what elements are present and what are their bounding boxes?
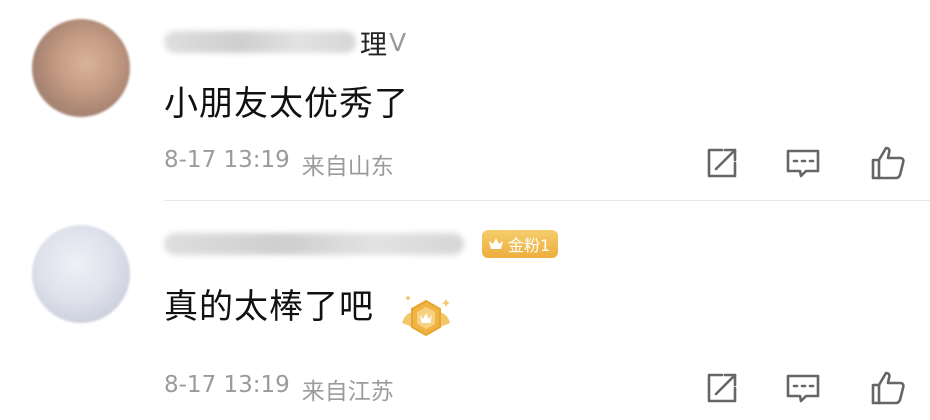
comment-text: 小朋友太优秀了	[164, 84, 409, 124]
comment-username[interactable]: 理 V	[164, 24, 407, 61]
medal-icon	[394, 293, 458, 345]
share-icon[interactable]	[702, 368, 742, 408]
comment-location: 来自江苏	[301, 379, 394, 405]
crown-icon	[489, 238, 503, 249]
username-redacted	[164, 31, 356, 53]
comment-username[interactable]: 金粉1	[164, 226, 559, 262]
username-redacted	[164, 233, 464, 255]
comment-time: 8-17 13:19	[164, 147, 290, 173]
fan-badge[interactable]: 金粉1	[482, 230, 559, 258]
comment-location: 来自山东	[301, 154, 394, 180]
comment-text: 真的太棒了吧	[164, 287, 374, 327]
thumbs-up-icon[interactable]	[868, 143, 908, 183]
thumbs-up-icon[interactable]	[868, 368, 908, 408]
comment-meta: 8-17 13:19 来自山东	[164, 147, 394, 181]
badge-label: 金粉1	[508, 236, 551, 255]
comment-item: 理 V 小朋友太优秀了 8-17 13:19 来自山东	[0, 0, 930, 201]
comment-icon[interactable]	[783, 143, 823, 183]
comment-item: 金粉1 真的太棒了吧 8-17 13:19 来自江苏	[0, 201, 930, 420]
comment-icon[interactable]	[783, 368, 823, 408]
avatar[interactable]	[32, 225, 130, 323]
comment-time: 8-17 13:19	[164, 372, 290, 398]
username-suffix: V	[389, 27, 407, 57]
username-visible-text: 理	[360, 29, 387, 61]
comment-meta: 8-17 13:19 来自江苏	[164, 372, 394, 406]
avatar[interactable]	[32, 19, 130, 117]
share-icon[interactable]	[702, 143, 742, 183]
